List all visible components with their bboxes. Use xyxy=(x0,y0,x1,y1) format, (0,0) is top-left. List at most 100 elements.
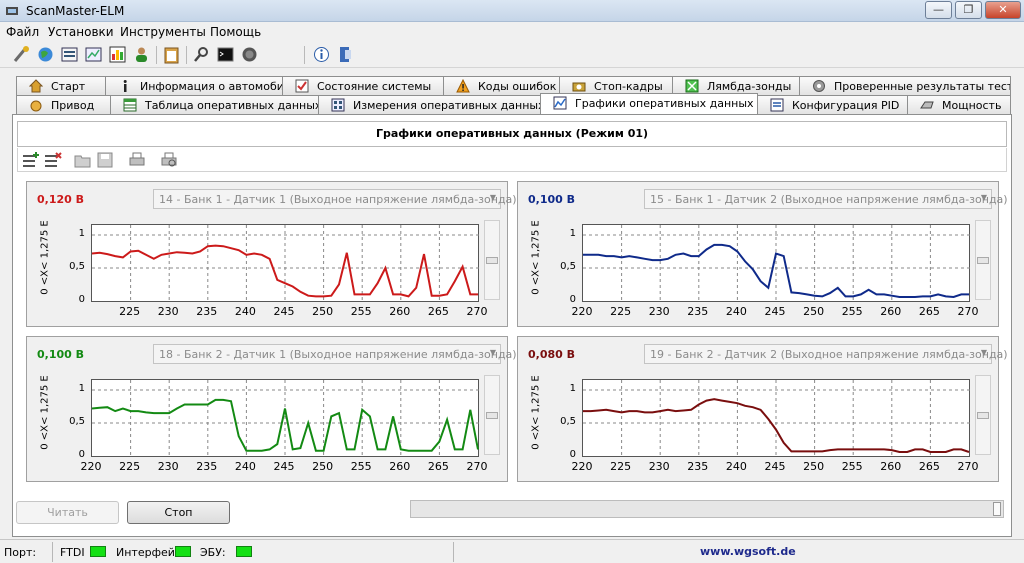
series-line xyxy=(583,398,970,453)
port-value: FTDI xyxy=(60,546,85,559)
menu-help[interactable]: Помощь xyxy=(210,25,261,39)
website-link[interactable]: www.wgsoft.de xyxy=(700,545,796,558)
y-axis-label: 0 <X< 1,275 E xyxy=(530,375,542,450)
print-preview-icon[interactable] xyxy=(160,151,178,169)
slider-thumb[interactable] xyxy=(486,257,498,264)
x-tick-label: 220 xyxy=(571,460,593,473)
tab-label: Графики оперативных данных xyxy=(575,97,754,110)
y-tick-label: 0,5 xyxy=(560,261,576,272)
tab-live-data-gauges[interactable]: Измерения оперативных данных xyxy=(318,95,541,114)
pid-select[interactable]: 19 - Банк 2 - Датчик 2 (Выходное напряже… xyxy=(644,344,1008,364)
info-icon[interactable] xyxy=(312,45,331,64)
exit-icon[interactable] xyxy=(336,45,355,64)
zoom-slider[interactable] xyxy=(484,375,500,455)
scroll-thumb[interactable] xyxy=(993,502,1001,516)
user-icon[interactable] xyxy=(132,45,151,64)
save-icon[interactable] xyxy=(96,151,114,169)
toolbar-separator xyxy=(156,46,157,64)
drive-icon xyxy=(30,100,42,112)
y-tick-label: 0 xyxy=(569,294,576,305)
sensor-icon xyxy=(685,79,699,93)
tab-drive[interactable]: Привод xyxy=(16,95,111,114)
x-tick-label: 235 xyxy=(196,460,218,473)
page-title: Графики оперативных данных (Режим 01) xyxy=(17,121,1007,147)
main-toolbar xyxy=(0,42,1024,68)
x-tick-label: 255 xyxy=(350,305,372,318)
current-value: 0,100 В xyxy=(37,348,85,361)
x-tick-label: 255 xyxy=(350,460,372,473)
y-tick-label: 0,5 xyxy=(69,261,85,272)
connect-icon[interactable] xyxy=(12,45,31,64)
x-tick-label: 225 xyxy=(610,460,632,473)
menu-settings[interactable]: Установки xyxy=(48,25,114,39)
tab-live-data-table[interactable]: Таблица оперативных данных xyxy=(110,95,319,114)
progress-scrollbar[interactable] xyxy=(410,500,1004,518)
x-tick-label: 250 xyxy=(312,460,334,473)
app-icon xyxy=(6,7,18,15)
chevron-down-icon: ▼ xyxy=(980,193,987,202)
x-tick-label: 250 xyxy=(803,460,825,473)
x-tick-label: 270 xyxy=(466,305,488,318)
status-separator xyxy=(52,542,53,562)
home-icon xyxy=(29,79,43,93)
tab-label: Измерения оперативных данных xyxy=(353,99,541,112)
add-graph-icon[interactable] xyxy=(22,151,40,169)
line-chart xyxy=(583,380,971,456)
series-line xyxy=(583,243,969,299)
tab-power[interactable]: Мощность xyxy=(907,95,1011,114)
zoom-slider[interactable] xyxy=(484,220,500,300)
print-icon[interactable] xyxy=(128,151,146,169)
window-title: ScanMaster-ELM xyxy=(26,4,125,18)
vehicle-info-icon[interactable] xyxy=(60,45,79,64)
title-bar: ScanMaster-ELM — ❐ ✕ xyxy=(0,0,1024,22)
menu-tools[interactable]: Инструменты xyxy=(120,25,206,39)
interface-status-led xyxy=(175,546,191,557)
menu-file[interactable]: Файл xyxy=(6,25,39,39)
slider-thumb[interactable] xyxy=(977,257,989,264)
tab-label: Привод xyxy=(51,99,95,112)
slider-thumb[interactable] xyxy=(486,412,498,419)
tab-system-status[interactable]: Состояние системы xyxy=(282,76,444,95)
minimize-button[interactable]: — xyxy=(925,1,952,19)
y-tick-label: 0,5 xyxy=(69,416,85,427)
zoom-slider[interactable] xyxy=(975,220,991,300)
chevron-down-icon: ▼ xyxy=(489,348,496,357)
x-tick-label: 265 xyxy=(918,460,940,473)
tab-vehicle-info[interactable]: Информация о автомобиле xyxy=(105,76,283,95)
warning-icon xyxy=(456,79,470,93)
tab-label: Информация о автомобиле xyxy=(140,80,283,93)
port-label: Порт: xyxy=(4,546,37,559)
zoom-slider[interactable] xyxy=(975,375,991,455)
search-icon[interactable] xyxy=(192,45,211,64)
tab-start[interactable]: Старт xyxy=(16,76,106,95)
tab-label: Проверенные результаты теста xyxy=(834,80,1011,93)
tab-live-data-graphs[interactable]: Графики оперативных данных xyxy=(540,93,758,114)
pid-select[interactable]: 15 - Банк 1 - Датчик 2 (Выходное напряже… xyxy=(644,189,1008,209)
line-chart xyxy=(92,225,480,301)
x-tick-label: 265 xyxy=(918,305,940,318)
pid-select[interactable]: 14 - Банк 1 - Датчик 1 (Выходное напряже… xyxy=(153,189,517,209)
clipboard-icon[interactable] xyxy=(162,45,181,64)
x-tick-label: 265 xyxy=(427,460,449,473)
disconnect-icon[interactable] xyxy=(240,45,259,64)
open-icon[interactable] xyxy=(74,151,92,169)
globe-icon[interactable] xyxy=(36,45,55,64)
maximize-button[interactable]: ❐ xyxy=(955,1,982,19)
x-tick-label: 245 xyxy=(764,460,786,473)
y-axis-label: 0 <X< 1,275 E xyxy=(530,220,542,295)
close-button[interactable]: ✕ xyxy=(985,1,1021,19)
gauge-icon xyxy=(331,98,345,112)
y-tick-label: 1 xyxy=(569,228,576,239)
read-button[interactable]: Читать xyxy=(16,501,119,524)
monitor-icon[interactable] xyxy=(84,45,103,64)
x-tick-label: 255 xyxy=(841,305,863,318)
tab-test-results[interactable]: Проверенные результаты теста xyxy=(799,76,1011,95)
stop-button[interactable]: Стоп xyxy=(127,501,230,524)
terminal-icon[interactable] xyxy=(216,45,235,64)
remove-graph-icon[interactable] xyxy=(44,151,62,169)
y-axis-label: 0 <X< 1,275 E xyxy=(39,220,51,295)
tab-pid-config[interactable]: Конфигурация PID xyxy=(757,95,908,114)
pid-select[interactable]: 18 - Банк 2 - Датчик 1 (Выходное напряже… xyxy=(153,344,517,364)
chart-icon[interactable] xyxy=(108,45,127,64)
slider-thumb[interactable] xyxy=(977,412,989,419)
